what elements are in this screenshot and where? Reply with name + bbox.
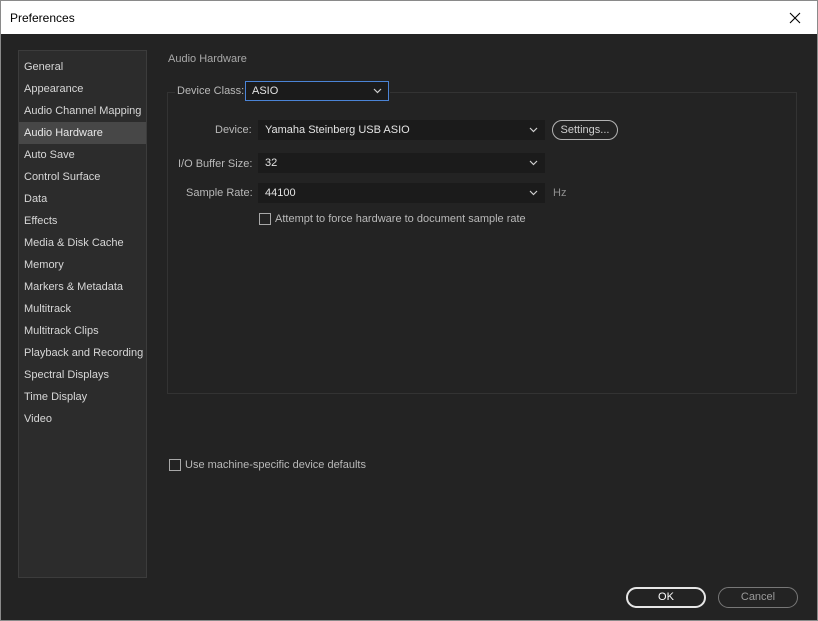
sidebar-item-multitrack-clips[interactable]: Multitrack Clips [19,320,146,342]
preferences-window: Preferences General Appearance Audio Cha… [0,0,818,621]
buffer-size-dropdown[interactable]: 32 [258,153,545,173]
sidebar-item-playback-recording[interactable]: Playback and Recording [19,342,146,364]
sample-rate-label: Sample Rate: [186,187,253,199]
sidebar-item-video[interactable]: Video [19,408,146,430]
sidebar-item-multitrack[interactable]: Multitrack [19,298,146,320]
sidebar-item-markers-metadata[interactable]: Markers & Metadata [19,276,146,298]
sample-rate-dropdown[interactable]: 44100 [258,183,545,203]
category-list: General Appearance Audio Channel Mapping… [19,51,146,430]
sidebar-item-auto-save[interactable]: Auto Save [19,144,146,166]
close-button[interactable] [773,1,817,34]
sidebar-item-appearance[interactable]: Appearance [19,78,146,100]
sidebar-item-effects[interactable]: Effects [19,210,146,232]
force-rate-label: Attempt to force hardware to document sa… [275,213,526,225]
sidebar-item-general[interactable]: General [19,56,146,78]
title-bar: Preferences [1,1,817,34]
machine-defaults-checkbox[interactable] [169,459,181,471]
device-label: Device: [215,124,252,136]
force-rate-checkbox[interactable] [259,213,271,225]
sidebar-item-memory[interactable]: Memory [19,254,146,276]
sidebar-item-control-surface[interactable]: Control Surface [19,166,146,188]
device-value: Yamaha Steinberg USB ASIO [265,124,410,136]
machine-defaults-label: Use machine-specific device defaults [185,459,366,471]
chevron-down-icon [529,160,538,166]
device-class-value: ASIO [252,85,279,97]
sidebar-item-time-display[interactable]: Time Display [19,386,146,408]
sample-rate-unit: Hz [553,187,567,199]
sidebar-item-audio-channel-mapping[interactable]: Audio Channel Mapping [19,100,146,122]
group-border-left [167,92,175,93]
dialog-content: General Appearance Audio Channel Mapping… [1,35,817,620]
cancel-button[interactable]: Cancel [718,587,798,608]
device-dropdown[interactable]: Yamaha Steinberg USB ASIO [258,120,545,140]
sidebar-item-media-disk-cache[interactable]: Media & Disk Cache [19,232,146,254]
window-title: Preferences [10,11,75,25]
sidebar-item-audio-hardware[interactable]: Audio Hardware [19,122,146,144]
chevron-down-icon [529,190,538,196]
settings-button[interactable]: Settings... [552,120,618,140]
ok-button[interactable]: OK [626,587,706,608]
sample-rate-value: 44100 [265,187,296,199]
buffer-size-label: I/O Buffer Size: [178,158,253,170]
buffer-size-value: 32 [265,157,278,169]
sidebar-item-spectral-displays[interactable]: Spectral Displays [19,364,146,386]
close-icon [789,12,801,23]
sidebar-item-data[interactable]: Data [19,188,146,210]
section-title: Audio Hardware [168,53,247,65]
chevron-down-icon [373,88,382,94]
device-class-dropdown[interactable]: ASIO [245,81,389,101]
group-border-top [390,92,797,93]
chevron-down-icon [529,127,538,133]
preferences-sidebar: General Appearance Audio Channel Mapping… [18,50,147,578]
device-class-label: Device Class: [177,85,245,97]
